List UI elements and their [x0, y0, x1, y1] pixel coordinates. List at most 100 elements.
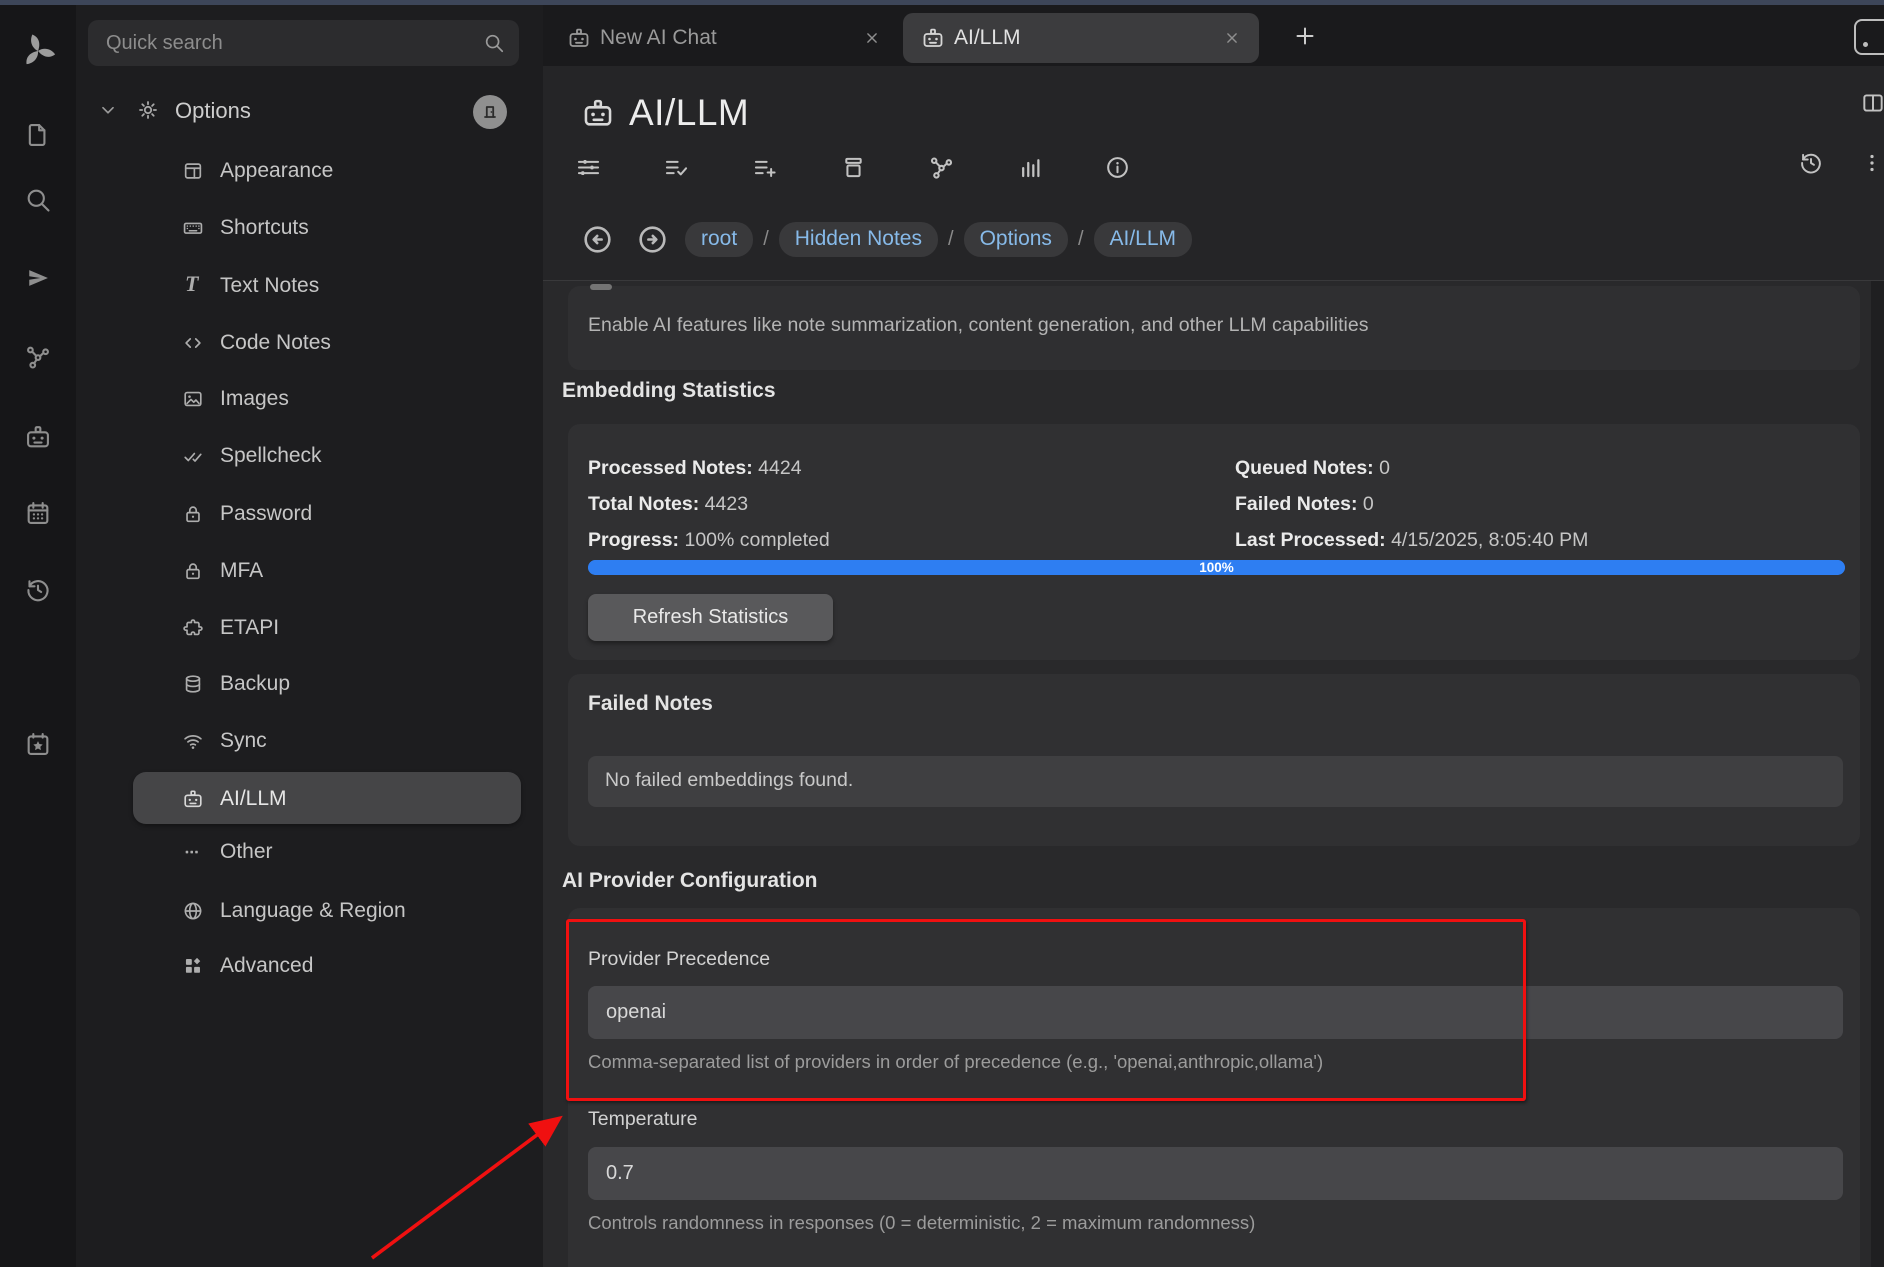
tab-bar: New AI Chat AI/LLM [543, 5, 1884, 66]
lock-icon [182, 560, 204, 582]
robot-icon [581, 96, 615, 130]
list-check-icon[interactable] [663, 154, 690, 181]
stat-label: Total Notes: [588, 493, 699, 515]
tab-label: New AI Chat [600, 26, 717, 50]
text-icon: T [185, 273, 198, 295]
note-content: Enable AI features like note summarizati… [543, 281, 1884, 1267]
plus-icon[interactable] [1293, 24, 1317, 48]
sidebar-item-label: Sync [220, 729, 267, 753]
sidebar-item-mfa[interactable]: MFA [76, 557, 543, 587]
sidebar-item-spellcheck[interactable]: Spellcheck [76, 442, 543, 472]
list-plus-icon[interactable] [752, 154, 779, 181]
toggle-cutoff[interactable] [590, 284, 612, 290]
failed-notes-message: No failed embeddings found. [605, 769, 853, 792]
tab-ai-llm[interactable]: AI/LLM [903, 13, 1259, 63]
note-tree-sidebar: Options Appearance Shortcuts T Text Note… [76, 5, 544, 1267]
options-label[interactable]: Options [175, 98, 251, 124]
provider-precedence-hint: Comma-separated list of providers in ord… [588, 1051, 1323, 1073]
split-panel-icon[interactable] [1860, 90, 1884, 116]
failed-notes-panel: Failed Notes No failed embeddings found. [568, 674, 1860, 846]
sidebar-item-backup[interactable]: Backup [76, 670, 543, 700]
breadcrumb-separator: / [948, 228, 954, 251]
calendar-star-icon[interactable] [24, 730, 52, 758]
sidebar-item-language-region[interactable]: Language & Region [76, 897, 543, 927]
bar-chart-icon[interactable] [1017, 154, 1044, 181]
sidebar-item-shortcuts[interactable]: Shortcuts [76, 214, 543, 244]
sidebar-item-label: Language & Region [220, 899, 406, 923]
note-header: AI/LLM root / Hidden Notes / Options / [543, 66, 1884, 281]
close-options-button[interactable] [473, 95, 507, 129]
temperature-hint: Controls randomness in responses (0 = de… [588, 1212, 1255, 1234]
robot-icon[interactable] [24, 423, 52, 451]
sidebar-item-appearance[interactable]: Appearance [76, 157, 543, 187]
breadcrumb-root[interactable]: root [685, 222, 753, 257]
send-icon[interactable] [24, 264, 52, 292]
keyboard-icon [182, 217, 204, 239]
stat-value: 4424 [758, 457, 801, 479]
last-processed-stat: Last Processed: 4/15/2025, 8:05:40 PM [1235, 529, 1588, 552]
close-icon[interactable] [1223, 29, 1241, 47]
total-notes-stat: Total Notes: 4423 [588, 493, 748, 516]
sidebar-item-label: Shortcuts [220, 216, 309, 240]
search-input[interactable] [88, 20, 519, 66]
breadcrumb-options[interactable]: Options [964, 222, 1068, 257]
stat-label: Progress: [588, 529, 679, 551]
breadcrumb-ai-llm[interactable]: AI/LLM [1094, 222, 1193, 257]
stat-value: 4/15/2025, 8:05:40 PM [1391, 529, 1588, 551]
main-pane: New AI Chat AI/LLM AI/LLM [543, 5, 1884, 1267]
gear-icon [136, 98, 160, 122]
sliders-icon[interactable] [575, 154, 602, 181]
sidebar-item-other[interactable]: Other [76, 838, 543, 868]
component-icon [182, 955, 204, 977]
provider-precedence-input[interactable] [588, 986, 1843, 1039]
search-icon[interactable] [24, 186, 52, 214]
launcher-bar [0, 5, 76, 1267]
temperature-input[interactable] [588, 1147, 1843, 1200]
forward-icon[interactable] [636, 223, 669, 256]
stat-label: Queued Notes: [1235, 457, 1374, 479]
quick-search[interactable] [88, 20, 519, 66]
lock-icon [182, 503, 204, 525]
sidebar-item-sync[interactable]: Sync [76, 727, 543, 757]
ai-feature-description: Enable AI features like note summarizati… [588, 314, 1368, 337]
scrollbar-track[interactable] [1871, 281, 1884, 1267]
sidebar-item-advanced[interactable]: Advanced [76, 952, 543, 982]
provider-precedence-label: Provider Precedence [588, 948, 770, 971]
spellcheck-icon [182, 445, 204, 467]
kebab-icon[interactable] [1859, 150, 1884, 176]
chevron-down-icon[interactable] [97, 99, 119, 121]
archive-icon[interactable] [840, 154, 867, 181]
breadcrumb-hidden-notes[interactable]: Hidden Notes [779, 222, 938, 257]
database-icon [182, 673, 204, 695]
sidebar-item-label: Text Notes [220, 274, 319, 298]
note-window-icon[interactable] [1854, 19, 1884, 55]
sidebar-item-label: Appearance [220, 159, 333, 183]
tree-root-options[interactable]: Options [76, 95, 543, 131]
sidebar-item-label: Advanced [220, 954, 313, 978]
refresh-statistics-button[interactable]: Refresh Statistics [588, 594, 833, 641]
sidebar-item-images[interactable]: Images [76, 385, 543, 415]
globe-icon [182, 900, 204, 922]
sidebar-item-text-notes[interactable]: T Text Notes [76, 272, 543, 302]
sidebar-item-label: ETAPI [220, 616, 279, 640]
calendar-icon[interactable] [24, 499, 52, 527]
failed-notes-heading: Failed Notes [588, 692, 713, 716]
sidebar-item-password[interactable]: Password [76, 500, 543, 530]
ai-provider-configuration-panel: Provider Precedence Comma-separated list… [568, 908, 1860, 1267]
back-icon[interactable] [581, 223, 614, 256]
network-icon[interactable] [928, 154, 955, 181]
history-icon[interactable] [24, 576, 52, 604]
info-icon[interactable] [1104, 154, 1131, 181]
close-icon[interactable] [863, 29, 881, 47]
tab-new-ai-chat[interactable]: New AI Chat [549, 13, 899, 63]
sidebar-item-etapi[interactable]: ETAPI [76, 614, 543, 644]
sidebar-item-code-notes[interactable]: Code Notes [76, 329, 543, 359]
network-icon[interactable] [24, 343, 52, 371]
robot-icon [921, 26, 945, 50]
stat-label: Last Processed: [1235, 529, 1386, 551]
new-note-icon[interactable] [24, 121, 52, 149]
history-icon[interactable] [1798, 150, 1824, 176]
sidebar-item-ai-llm[interactable]: AI/LLM [76, 785, 543, 815]
image-icon [182, 388, 204, 410]
tab-label: AI/LLM [954, 26, 1021, 50]
